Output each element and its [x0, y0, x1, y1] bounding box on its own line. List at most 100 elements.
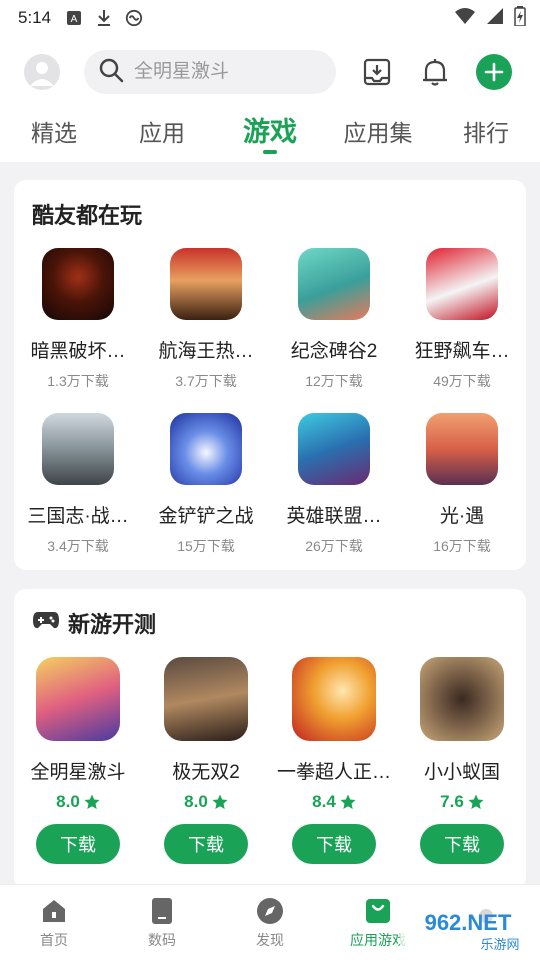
- download-button[interactable]: 下载: [420, 824, 504, 864]
- nav-digital[interactable]: 数码: [108, 885, 216, 960]
- download-button[interactable]: 下载: [164, 824, 248, 864]
- site-watermark: 962.NET 乐游网: [400, 904, 536, 956]
- nav-label: 发现: [256, 931, 284, 948]
- wifi-icon: [454, 7, 476, 30]
- search-input[interactable]: [134, 61, 324, 83]
- app-icon-asphalt: [426, 248, 498, 320]
- app-rating: 8.0: [56, 792, 100, 812]
- tab-rankings[interactable]: 排行: [432, 108, 540, 162]
- app-item[interactable]: 一拳超人正… 8.4 下载: [270, 657, 398, 864]
- app-name: 全明星激斗: [30, 762, 126, 783]
- app-icon-three-kingdoms: [42, 413, 114, 485]
- gamepad-icon: [32, 609, 60, 638]
- new-games-card: 新游开测 全明星激斗 8.0 下载 极无双2 8.0 下载 一拳超人正… 8.4…: [14, 589, 526, 889]
- status-bar: 5:14 A: [0, 0, 540, 36]
- compass-icon: [255, 896, 285, 926]
- section-title-row[interactable]: 新游开测: [32, 607, 156, 639]
- section-title[interactable]: 酷友都在玩: [32, 198, 142, 230]
- avatar[interactable]: [24, 54, 60, 90]
- app-downloads: 3.4万下载: [47, 538, 109, 554]
- nav-home[interactable]: 首页: [0, 885, 108, 960]
- app-name: 小小蚁国: [423, 762, 500, 783]
- app-item[interactable]: 全明星激斗 8.0 下载: [14, 657, 142, 864]
- app-item[interactable]: 光·遇 16万下载: [398, 413, 526, 556]
- app-downloads: 12万下载: [305, 373, 363, 389]
- tab-apps[interactable]: 应用: [108, 108, 216, 162]
- home-icon: [39, 896, 69, 926]
- svg-text:A: A: [71, 14, 78, 25]
- app-item[interactable]: 小小蚁国 7.6 下载: [398, 657, 526, 864]
- app-item[interactable]: 纪念碑谷2 12万下载: [270, 248, 398, 391]
- app-downloads: 3.7万下载: [175, 373, 237, 389]
- battery-icon: [514, 5, 526, 31]
- app-name: 英雄联盟…: [286, 506, 382, 527]
- keyboard-notification-icon: A: [65, 9, 83, 27]
- nav-label: 应用游戏: [350, 931, 406, 948]
- app-downloads: 26万下载: [305, 538, 363, 554]
- app-icon-all-star-battle: [36, 657, 120, 741]
- notifications-button[interactable]: [418, 55, 452, 89]
- app-icon-sky: [426, 413, 498, 485]
- app-icon-league-of-legends: [298, 413, 370, 485]
- tab-games[interactable]: 游戏: [216, 108, 324, 162]
- rating-value: 7.6: [440, 792, 464, 811]
- search-bar[interactable]: [84, 50, 336, 94]
- rating-value: 8.0: [184, 792, 208, 811]
- download-manager-button[interactable]: [360, 55, 394, 89]
- app-downloads: 49万下载: [433, 373, 491, 389]
- app-name: 狂野飙车…: [414, 341, 510, 362]
- app-item[interactable]: 航海王热… 3.7万下载: [142, 248, 270, 391]
- nav-label: 数码: [148, 931, 176, 948]
- app-icon-tft: [170, 413, 242, 485]
- star-icon: [340, 794, 356, 809]
- tab-featured[interactable]: 精选: [0, 108, 108, 162]
- app-icon-monument-valley: [298, 248, 370, 320]
- link-notification-icon: [125, 9, 143, 27]
- app-name: 航海王热…: [158, 341, 254, 362]
- star-icon: [212, 794, 228, 809]
- app-rating: 7.6: [440, 792, 484, 812]
- app-rating: 8.0: [184, 792, 228, 812]
- star-icon: [84, 794, 100, 809]
- rating-value: 8.4: [312, 792, 336, 811]
- app-item[interactable]: 暗黑破坏… 1.3万下载: [14, 248, 142, 391]
- app-item[interactable]: 极无双2 8.0 下载: [142, 657, 270, 864]
- app-name: 暗黑破坏…: [30, 341, 126, 362]
- app-item[interactable]: 狂野飙车… 49万下载: [398, 248, 526, 391]
- app-icon-ji-wu-shuang: [164, 657, 248, 741]
- svg-text:962.NET: 962.NET: [425, 910, 512, 935]
- app-icon-one-punch-man: [292, 657, 376, 741]
- bell-icon: [423, 59, 447, 86]
- add-button[interactable]: [476, 54, 512, 90]
- section-title: 新游开测: [68, 612, 157, 637]
- shopping-bag-icon: [363, 896, 393, 926]
- nav-discover[interactable]: 发现: [216, 885, 324, 960]
- download-notification-icon: [95, 9, 113, 27]
- app-downloads: 15万下载: [177, 538, 235, 554]
- friends-playing-card: 酷友都在玩 暗黑破坏… 1.3万下载 航海王热… 3.7万下载 纪念碑谷2 12…: [14, 180, 526, 570]
- download-button[interactable]: 下载: [36, 824, 120, 864]
- app-name: 光·遇: [439, 506, 485, 527]
- top-tabs: 精选 应用 游戏 应用集 排行: [0, 108, 540, 162]
- app-item[interactable]: 三国志·战… 3.4万下载: [14, 413, 142, 556]
- signal-icon: [486, 7, 504, 30]
- nav-label: 首页: [40, 931, 68, 948]
- tab-app-collections[interactable]: 应用集: [324, 108, 432, 162]
- app-icon-one-piece: [170, 248, 242, 320]
- app-name: 一拳超人正…: [277, 762, 391, 783]
- download-button[interactable]: 下载: [292, 824, 376, 864]
- svg-text:乐游网: 乐游网: [480, 937, 519, 952]
- app-header: [0, 36, 540, 108]
- avatar-icon: [30, 62, 54, 86]
- app-icon-ant-kingdom: [420, 657, 504, 741]
- app-icon-diablo: [42, 248, 114, 320]
- app-item[interactable]: 金铲铲之战 15万下载: [142, 413, 270, 556]
- search-icon: [98, 57, 124, 88]
- app-name: 纪念碑谷2: [290, 341, 378, 362]
- plus-icon: [484, 62, 504, 82]
- app-downloads: 1.3万下载: [47, 373, 109, 389]
- app-name: 金铲铲之战: [158, 506, 254, 527]
- phone-icon: [147, 896, 177, 926]
- status-time: 5:14: [18, 8, 52, 27]
- app-item[interactable]: 英雄联盟… 26万下载: [270, 413, 398, 556]
